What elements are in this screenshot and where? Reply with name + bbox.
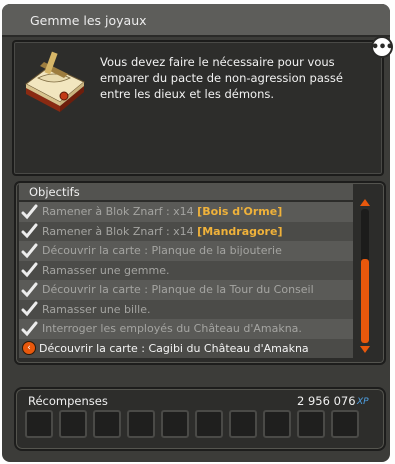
- reward-slot[interactable]: [59, 410, 87, 438]
- reward-slot[interactable]: [195, 410, 223, 438]
- objective-text: Interroger les employés du Château d'Ama…: [42, 322, 302, 335]
- objective-text: Ramasser une bille.: [42, 303, 150, 316]
- objective-row: Ramener à Blok Znarf : x14 [Mandragore]: [19, 221, 353, 241]
- objective-text: Découvrir la carte : Planque de la bijou…: [42, 244, 282, 257]
- rewards-label: Récompenses: [28, 394, 108, 408]
- rewards-xp-value: 2 956 076: [297, 394, 356, 408]
- checkmark-icon: [21, 204, 38, 219]
- objective-label: Ramener à Blok Znarf : x14: [42, 224, 198, 238]
- scroll-up-arrow-icon[interactable]: [360, 199, 370, 206]
- objective-text: Découvrir la carte : Planque de la Tour …: [42, 283, 314, 296]
- checkmark-icon: [21, 321, 38, 336]
- reward-slot[interactable]: [127, 410, 155, 438]
- reward-slot[interactable]: [297, 410, 325, 438]
- reward-slot[interactable]: [25, 410, 53, 438]
- rewards-xp-unit: XP: [357, 397, 369, 407]
- objective-label: Découvrir la carte : Planque de la Tour …: [42, 283, 314, 297]
- objective-label: Ramener à Blok Znarf : x14: [42, 205, 198, 219]
- current-objective-arrow-icon[interactable]: ‹: [22, 341, 36, 356]
- quest-title: Gemme les joyaux: [30, 13, 147, 28]
- objective-row: Découvrir la carte : Planque de la Tour …: [19, 280, 353, 300]
- objectives-scrollbar[interactable]: [357, 197, 373, 355]
- objective-label: Découvrir la carte : Cagibi du Château d…: [39, 341, 309, 355]
- reward-slot[interactable]: [331, 410, 359, 438]
- speech-bubble-icon[interactable]: •••: [371, 36, 394, 58]
- scroll-thumb[interactable]: [361, 259, 369, 343]
- objective-row[interactable]: ‹ Découvrir la carte : Cagibi du Château …: [19, 338, 353, 358]
- objective-label: Ramasser une bille.: [42, 302, 151, 316]
- reward-slot[interactable]: [93, 410, 121, 438]
- objective-row: Interroger les employés du Château d'Ama…: [19, 319, 353, 339]
- title-bar[interactable]: Gemme les joyaux: [2, 4, 390, 37]
- objective-label: Découvrir la carte : Planque de la bijou…: [42, 244, 282, 258]
- quest-description: Vous devez faire le nécessaire pour vous…: [100, 55, 343, 101]
- checkmark-icon: [21, 262, 38, 278]
- objectives-label: Objectifs: [29, 185, 80, 199]
- objective-row: Ramasser une gemme.: [19, 260, 353, 280]
- objective-row: Ramener à Blok Znarf : x14 [Bois d'Orme]: [19, 202, 353, 222]
- objective-label: Interroger les employés du Château d'Ama…: [42, 322, 302, 336]
- scroll-down-arrow-icon[interactable]: [360, 346, 370, 353]
- objective-text: Découvrir la carte : Cagibi du Château d…: [39, 342, 309, 355]
- checkmark-icon: [21, 282, 38, 297]
- objective-label: Ramasser une gemme.: [42, 263, 170, 277]
- speech-bubble-dots: •••: [371, 39, 394, 55]
- reward-slot[interactable]: [229, 410, 257, 438]
- reward-slot[interactable]: [161, 410, 189, 438]
- checkmark-icon: [21, 223, 38, 239]
- checkmark-icon: [21, 301, 38, 317]
- objective-row: Ramasser une bille.: [19, 299, 353, 319]
- checkmark-icon: [21, 243, 38, 258]
- objectives-list: Ramener à Blok Znarf : x14 [Bois d'Orme]…: [19, 202, 353, 358]
- objective-row: Découvrir la carte : Planque de la bijou…: [19, 241, 353, 261]
- objective-text: Ramener à Blok Znarf : x14 [Bois d'Orme]: [42, 205, 282, 218]
- reward-slots: [25, 410, 359, 438]
- objective-item-name[interactable]: [Bois d'Orme]: [197, 205, 282, 218]
- book-scroll-icon: [25, 51, 85, 112]
- reward-slot[interactable]: [263, 410, 291, 438]
- objective-text: Ramasser une gemme.: [42, 264, 170, 277]
- objective-text: Ramener à Blok Znarf : x14 [Mandragore]: [42, 225, 282, 238]
- objective-item-name[interactable]: [Mandragore]: [197, 225, 282, 238]
